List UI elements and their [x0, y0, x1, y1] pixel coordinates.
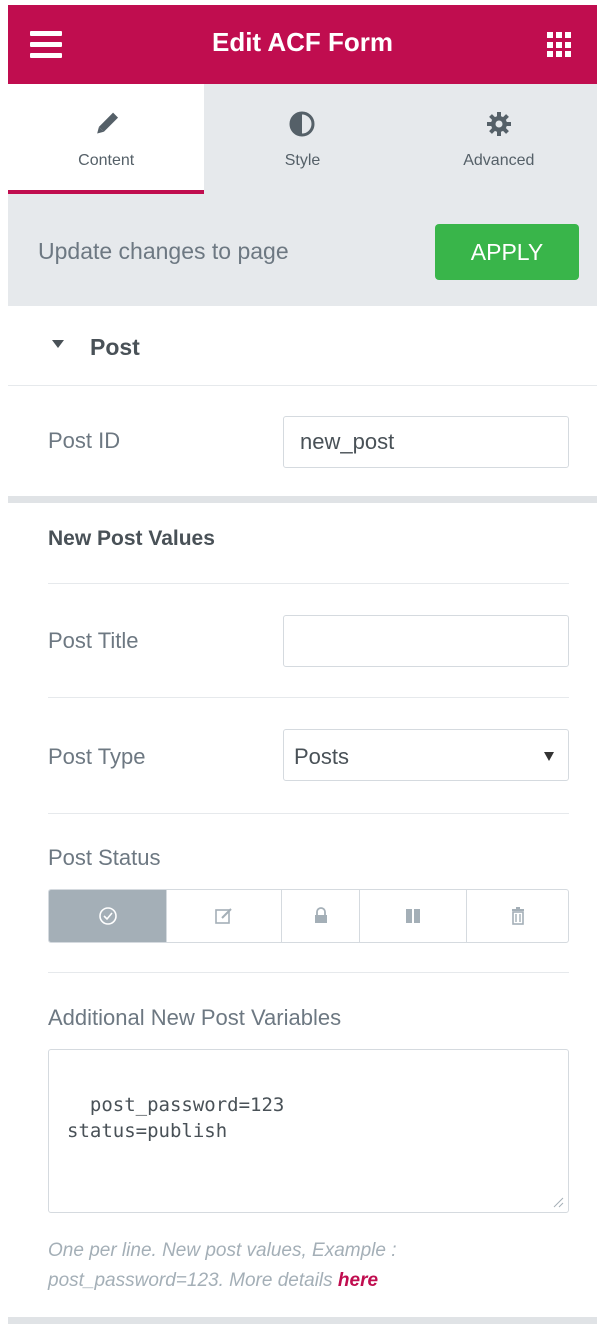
apply-button[interactable]: APPLY [435, 224, 579, 280]
additional-variables-label: Additional New Post Variables [48, 1005, 342, 1030]
post-type-select[interactable]: Posts [283, 729, 569, 781]
post-type-value: Posts [294, 744, 350, 769]
section-post-toggle[interactable]: Post [8, 306, 597, 386]
divider [48, 813, 569, 814]
section-separator [8, 496, 597, 503]
apps-grid-icon[interactable] [547, 32, 573, 58]
status-trash-option[interactable] [467, 890, 568, 942]
additional-variables-textarea[interactable]: post_password=123 status=publish [48, 1049, 569, 1213]
lock-icon [314, 907, 327, 923]
post-id-input[interactable] [283, 416, 569, 468]
textarea-content: post_password=123 status=publish [67, 1094, 285, 1142]
status-publish-option[interactable] [49, 890, 167, 942]
tab-advanced-label: Advanced [463, 152, 535, 169]
edit-square-icon [215, 908, 232, 924]
divider [48, 697, 569, 698]
post-status-label: Post Status [48, 845, 161, 870]
status-draft-option[interactable] [167, 890, 282, 942]
tab-content-label: Content [78, 152, 135, 169]
post-type-label: Post Type [48, 744, 146, 769]
tab-content[interactable]: Content [8, 84, 205, 194]
panel-title: Edit ACF Form [211, 27, 394, 57]
pencil-icon [8, 109, 204, 139]
bottom-separator [8, 1317, 597, 1324]
pause-icon [406, 909, 420, 923]
details-link[interactable]: here [338, 1270, 378, 1291]
half-circle-icon [204, 109, 400, 139]
section-title: Post [90, 334, 140, 360]
post-title-input[interactable] [283, 615, 569, 667]
panel-header: Edit ACF Form [8, 5, 597, 84]
post-status-choices [48, 889, 569, 943]
divider [48, 583, 569, 584]
tab-style[interactable]: Style [204, 84, 400, 194]
post-id-label: Post ID [48, 428, 121, 453]
new-post-values-heading: New Post Values [48, 527, 215, 550]
tab-advanced[interactable]: Advanced [401, 84, 597, 194]
field-description: One per line. New post values, Example :… [48, 1236, 528, 1296]
caret-down-icon [52, 340, 64, 348]
apply-changes-bar: Update changes to page APPLY [8, 194, 597, 306]
panel-tabs: Content Style Advanced [8, 84, 597, 194]
tab-style-label: Style [284, 152, 321, 169]
check-circle-icon [98, 907, 117, 925]
post-title-label: Post Title [48, 628, 139, 653]
dropdown-arrow-icon [544, 752, 554, 761]
apply-changes-text: Update changes to page [38, 238, 289, 264]
status-private-option[interactable] [282, 890, 360, 942]
resize-handle-icon[interactable] [552, 1196, 564, 1208]
gear-icon [401, 109, 597, 139]
status-pending-option[interactable] [360, 890, 467, 942]
trash-icon [511, 907, 524, 925]
divider [48, 972, 569, 973]
